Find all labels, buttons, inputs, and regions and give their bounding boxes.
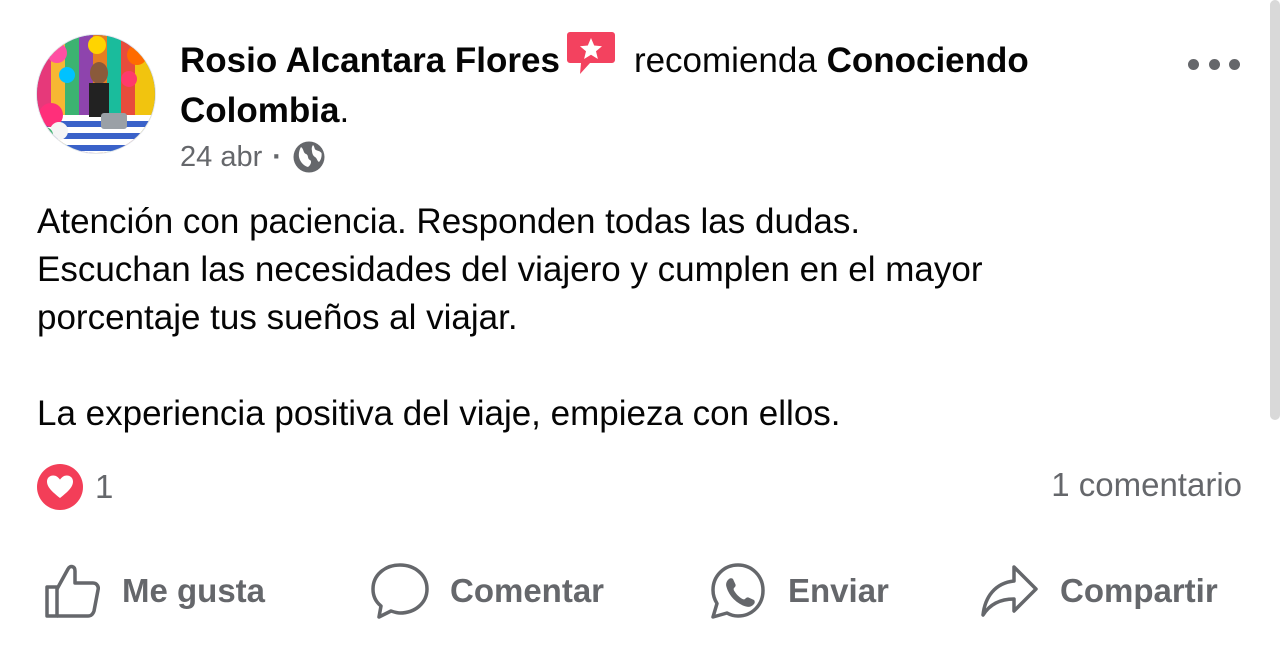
body-line: Escuchan las necesidades del viajero y c… (37, 250, 983, 289)
heart-icon (37, 464, 83, 510)
recommendation-icon (566, 30, 616, 76)
body-line: Atención con paciencia. Responden todas … (37, 202, 861, 241)
post-header: Rosio Alcantara Flores recomienda Conoci… (180, 30, 1170, 136)
action-bar: Me gusta Comentar Enviar Compartir (0, 556, 1280, 626)
share-label: Compartir (1060, 572, 1218, 609)
like-button[interactable]: Me gusta (42, 556, 265, 626)
comment-label: Comentar (450, 572, 605, 609)
comments-count[interactable]: 1 comentario (1051, 466, 1242, 504)
like-label: Me gusta (122, 572, 266, 609)
recommends-text: recomienda (633, 41, 817, 80)
page-suffix: . (339, 91, 350, 130)
post-date[interactable]: 24 abr (180, 141, 262, 174)
post-meta: 24 abr · (180, 140, 326, 174)
review-post: Rosio Alcantara Flores recomienda Conoci… (0, 0, 1280, 646)
whatsapp-icon (711, 563, 765, 619)
share-arrow-icon (981, 565, 1038, 617)
author-avatar[interactable] (36, 34, 156, 154)
post-body: Atención con paciencia. Responden todas … (37, 198, 1217, 438)
reaction-count: 1 (95, 468, 114, 505)
share-button[interactable]: Compartir (978, 556, 1218, 626)
body-line: porcentaje tus sueños al viajar. (37, 298, 518, 337)
send-button[interactable]: Enviar (708, 556, 889, 626)
thumbs-up-icon (45, 564, 100, 618)
send-label: Enviar (788, 572, 889, 609)
reactions-summary[interactable]: 1 (37, 464, 113, 510)
comment-bubble-icon (371, 563, 429, 619)
comment-button[interactable]: Comentar (370, 556, 604, 626)
meta-separator: · (272, 140, 282, 173)
scrollbar[interactable] (1270, 0, 1280, 420)
more-dot-icon (1208, 58, 1220, 70)
globe-icon (292, 140, 326, 174)
author-name[interactable]: Rosio Alcantara Flores (180, 41, 560, 80)
more-options-button[interactable] (1188, 52, 1240, 76)
more-dot-icon (1188, 58, 1199, 70)
more-dot-icon (1229, 58, 1240, 70)
body-line: La experiencia positiva del viaje, empie… (37, 394, 841, 433)
